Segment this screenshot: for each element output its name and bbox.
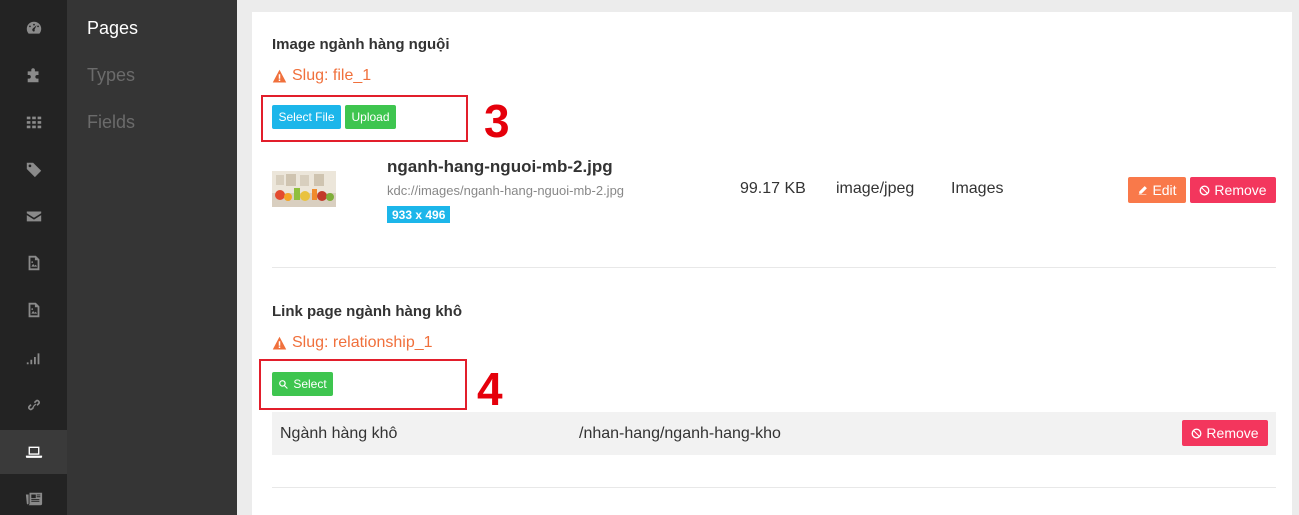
remove-file-button[interactable]: Remove (1190, 177, 1276, 203)
dashboard-icon[interactable] (0, 6, 67, 50)
image-file-icon[interactable] (0, 241, 67, 285)
subnav-item-pages[interactable]: Pages (87, 18, 138, 39)
laptop-icon[interactable] (0, 430, 67, 474)
puzzle-icon[interactable] (0, 53, 67, 97)
subnav-item-fields[interactable]: Fields (87, 112, 135, 133)
newspaper-icon[interactable] (0, 477, 67, 515)
fields-panel: Image ngành hàng nguội Slug: file_1 Sele… (252, 12, 1292, 515)
link-icon[interactable] (0, 383, 67, 427)
file-name: nganh-hang-nguoi-mb-2.jpg (387, 157, 613, 176)
edit-label: Edit (1152, 182, 1177, 198)
ban-icon (1199, 185, 1210, 195)
file-field-title: Image ngành hàng nguội (272, 36, 450, 53)
icon-rail (0, 0, 67, 515)
grid-icon[interactable] (0, 100, 67, 144)
relationship-field-slug: Slug: relationship_1 (272, 334, 433, 352)
file-size: 99.17 KB (740, 180, 806, 197)
image-file-icon[interactable] (0, 288, 67, 332)
remove-label: Remove (1206, 425, 1259, 441)
divider (272, 267, 1276, 268)
ban-icon (1191, 428, 1202, 438)
edit-button[interactable]: Edit (1128, 177, 1186, 203)
main-content: Image ngành hàng nguội Slug: file_1 Sele… (237, 0, 1299, 515)
dimensions-badge: 933 x 496 (387, 206, 451, 223)
envelope-icon[interactable] (0, 194, 67, 238)
relationship-name: Ngành hàng khô (280, 425, 398, 442)
file-thumbnail[interactable] (272, 171, 336, 207)
relationship-field-title: Link page ngành hàng khô (272, 303, 463, 320)
relationship-row: Ngành hàng khô /nhan-hang/nganh-hang-kho… (272, 412, 1276, 455)
annotation-box (259, 359, 467, 410)
file-category: Images (951, 180, 1004, 197)
relationship-path: /nhan-hang/nganh-hang-kho (579, 425, 781, 442)
divider (272, 487, 1276, 488)
signal-icon[interactable] (0, 335, 67, 379)
annotation-box (261, 95, 468, 142)
slug-text: Slug: file_1 (292, 67, 372, 84)
pencil-icon (1139, 185, 1148, 195)
tag-icon[interactable] (0, 147, 67, 191)
remove-label: Remove (1214, 182, 1267, 198)
subnav-item-types[interactable]: Types (87, 65, 135, 86)
slug-text: Slug: relationship_1 (292, 334, 433, 351)
file-field-slug: Slug: file_1 (272, 67, 371, 85)
warning-icon (272, 69, 287, 82)
remove-relationship-button[interactable]: Remove (1182, 420, 1268, 446)
annotation-number: 3 (484, 95, 510, 147)
warning-icon (272, 336, 287, 349)
file-path: kdc://images/nganh-hang-nguoi-mb-2.jpg (387, 183, 625, 198)
subnav: Pages Types Fields (67, 0, 237, 515)
file-mime: image/jpeg (836, 180, 915, 197)
annotation-number: 4 (477, 363, 503, 415)
